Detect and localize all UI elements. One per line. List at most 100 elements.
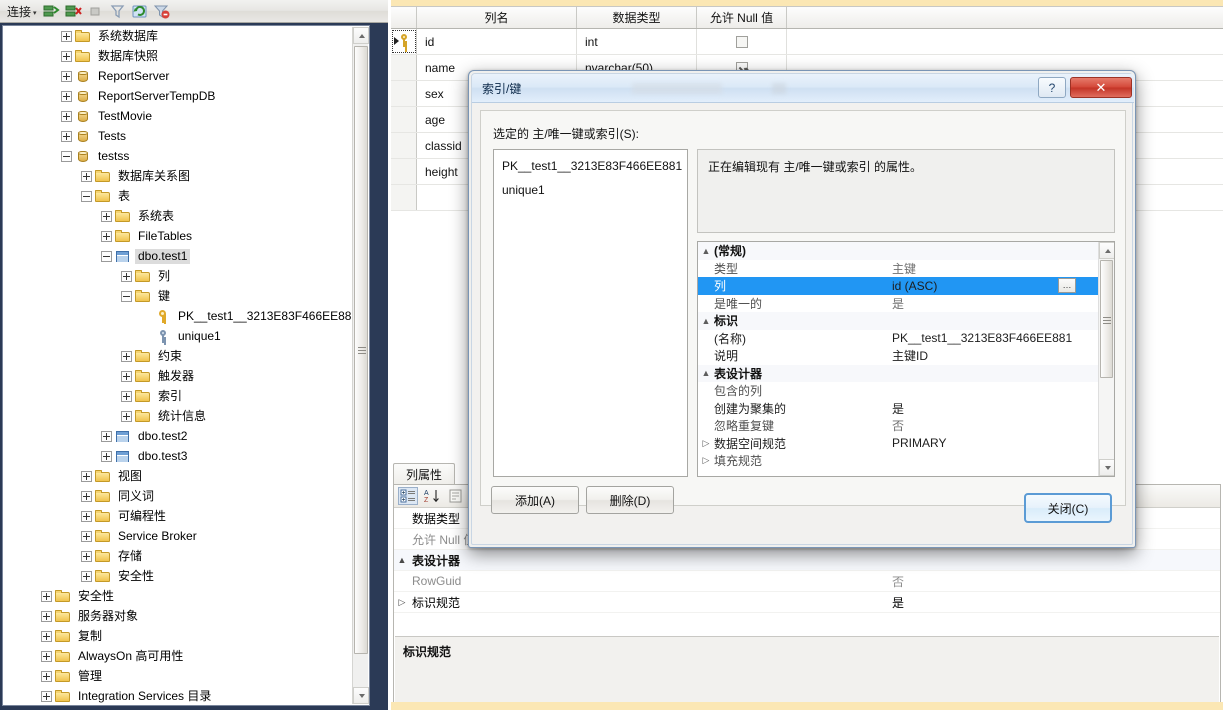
- tree-node[interactable]: 统计信息: [3, 406, 355, 426]
- tree-node[interactable]: 列: [3, 266, 355, 286]
- tree-node[interactable]: ReportServer: [3, 66, 355, 86]
- expand-icon[interactable]: [41, 610, 52, 622]
- row-marker[interactable]: [391, 133, 417, 158]
- property-expander-icon[interactable]: ▷: [698, 455, 714, 466]
- tree-node[interactable]: 系统数据库: [3, 26, 355, 46]
- expand-icon[interactable]: [61, 110, 72, 122]
- tree-node[interactable]: PK__test1__3213E83F466EE881: [3, 306, 355, 326]
- property-row[interactable]: ▲ (常规): [698, 242, 1098, 260]
- tree-node[interactable]: 服务器对象: [3, 606, 355, 626]
- property-row[interactable]: 类型 主键: [698, 260, 1098, 278]
- pg-scroll-up-arrow[interactable]: [1099, 242, 1114, 259]
- property-row[interactable]: 包含的列: [698, 382, 1098, 400]
- tree-node[interactable]: dbo.test2: [3, 426, 355, 446]
- tree-node[interactable]: AlwaysOn 高可用性: [3, 646, 355, 666]
- expand-icon[interactable]: [101, 230, 112, 242]
- close-icon[interactable]: ✕: [1070, 77, 1132, 98]
- dialog-title-bar[interactable]: 索引/键 ? ✕: [472, 74, 1134, 103]
- row-marker[interactable]: [391, 81, 417, 106]
- scrollbar-thumb[interactable]: [354, 46, 368, 654]
- object-explorer-tree[interactable]: 系统数据库 数据库快照 ReportServer ReportServerTempDB…: [2, 25, 370, 706]
- property-row[interactable]: 创建为聚集的 是: [698, 400, 1098, 418]
- tree-node[interactable]: Tests: [3, 126, 355, 146]
- tree-node[interactable]: 管理: [3, 666, 355, 686]
- property-row[interactable]: 忽略重复键 否: [698, 417, 1098, 435]
- collapse-icon[interactable]: [101, 250, 112, 262]
- scroll-down-arrow[interactable]: [353, 687, 369, 704]
- expand-icon[interactable]: [61, 70, 72, 82]
- property-value[interactable]: 否: [892, 417, 1098, 434]
- disconnect-object-explorer-icon[interactable]: [64, 2, 83, 21]
- selected-keys-listbox[interactable]: PK__test1__3213E83F466EE881 unique1: [493, 149, 688, 477]
- expand-icon[interactable]: [121, 270, 132, 282]
- tree-node[interactable]: dbo.test3: [3, 446, 355, 466]
- expand-icon[interactable]: [81, 490, 92, 502]
- scroll-up-arrow[interactable]: [353, 27, 369, 44]
- cell-data-type[interactable]: int: [577, 29, 697, 54]
- tree-node[interactable]: 键: [3, 286, 355, 306]
- expand-icon[interactable]: [121, 390, 132, 402]
- expand-icon[interactable]: [41, 590, 52, 602]
- column-picker-ellipsis-button[interactable]: …: [1058, 278, 1076, 293]
- categorized-view-icon[interactable]: [398, 487, 418, 505]
- expand-icon[interactable]: [61, 130, 72, 142]
- expand-icon[interactable]: [81, 470, 92, 482]
- property-row[interactable]: ▷ 标识规范 是: [394, 592, 1220, 613]
- properties-page-icon[interactable]: [446, 487, 466, 505]
- tree-node[interactable]: 安全性: [3, 566, 355, 586]
- tree-node[interactable]: 数据库关系图: [3, 166, 355, 186]
- property-row[interactable]: ▷ 填充规范: [698, 452, 1098, 470]
- row-marker[interactable]: [391, 29, 417, 54]
- property-expander-icon[interactable]: ▷: [394, 597, 410, 608]
- expand-icon[interactable]: [81, 170, 92, 182]
- property-value[interactable]: 主键: [892, 260, 1098, 277]
- connect-button[interactable]: 连接 ▾: [5, 2, 39, 21]
- property-expander-icon[interactable]: ▲: [698, 316, 714, 326]
- property-row[interactable]: 是唯一的 是: [698, 295, 1098, 313]
- pg-scrollbar-thumb[interactable]: [1100, 260, 1113, 378]
- property-expander-icon[interactable]: ▷: [698, 438, 714, 449]
- property-row[interactable]: ▲ 标识: [698, 312, 1098, 330]
- property-value[interactable]: 是: [892, 400, 1098, 417]
- property-expander-icon[interactable]: ▲: [394, 555, 410, 565]
- alphabetical-sort-icon[interactable]: A Z: [422, 487, 442, 505]
- property-row[interactable]: (名称) PK__test1__3213E83F466EE881: [698, 330, 1098, 348]
- expand-icon[interactable]: [121, 350, 132, 362]
- expand-icon[interactable]: [41, 670, 52, 682]
- collapse-icon[interactable]: [61, 150, 72, 162]
- expand-icon[interactable]: [121, 410, 132, 422]
- expand-icon[interactable]: [81, 570, 92, 582]
- delete-button[interactable]: 删除(D): [586, 486, 674, 514]
- property-value[interactable]: PK__test1__3213E83F466EE881: [892, 331, 1098, 345]
- tree-node[interactable]: 触发器: [3, 366, 355, 386]
- allow-null-checkbox[interactable]: [735, 35, 748, 48]
- tree-node[interactable]: Integration Services 目录: [3, 686, 355, 705]
- property-value[interactable]: 是: [892, 594, 1220, 611]
- property-value[interactable]: 是: [892, 295, 1098, 312]
- expand-icon[interactable]: [41, 650, 52, 662]
- collapse-icon[interactable]: [81, 190, 92, 202]
- tree-node[interactable]: TestMovie: [3, 106, 355, 126]
- tree-node[interactable]: unique1: [3, 326, 355, 346]
- list-item[interactable]: PK__test1__3213E83F466EE881: [494, 154, 687, 178]
- expand-icon[interactable]: [81, 550, 92, 562]
- expand-icon[interactable]: [81, 530, 92, 542]
- tree-node[interactable]: dbo.test1: [3, 246, 355, 266]
- property-expander-icon[interactable]: ▲: [698, 368, 714, 378]
- expand-icon[interactable]: [101, 430, 112, 442]
- expand-icon[interactable]: [101, 450, 112, 462]
- expand-icon[interactable]: [61, 90, 72, 102]
- property-value[interactable]: PRIMARY: [892, 436, 1098, 450]
- row-marker[interactable]: [391, 185, 417, 210]
- property-expander-icon[interactable]: ▲: [698, 246, 714, 256]
- index-property-grid[interactable]: ▲ (常规) 类型 主键列 id (ASC)… 是唯一的是 ▲ 标识 (名称) PK__test1…: [697, 241, 1115, 477]
- help-button[interactable]: ?: [1038, 77, 1066, 98]
- row-marker[interactable]: [391, 107, 417, 132]
- tree-node[interactable]: 系统表: [3, 206, 355, 226]
- tree-node[interactable]: 复制: [3, 626, 355, 646]
- list-item[interactable]: unique1: [494, 178, 687, 202]
- row-marker[interactable]: [391, 159, 417, 184]
- table-row[interactable]: id int: [391, 29, 1223, 55]
- tree-node[interactable]: 表: [3, 186, 355, 206]
- row-marker[interactable]: [391, 55, 417, 80]
